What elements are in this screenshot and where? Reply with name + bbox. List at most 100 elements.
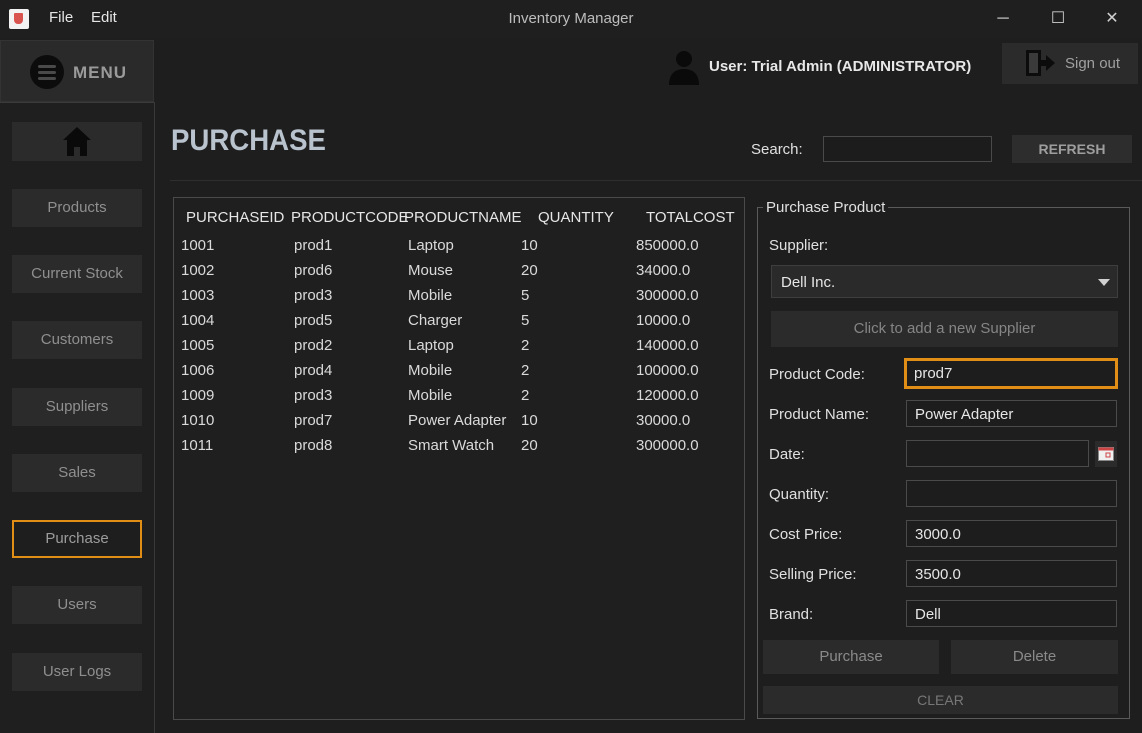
refresh-button[interactable]: REFRESH	[1012, 135, 1132, 163]
table-cell[interactable]: 1010	[181, 412, 214, 429]
supplier-label: Supplier:	[769, 237, 829, 254]
table-cell[interactable]: prod3	[294, 287, 332, 304]
product-name-field[interactable]: Power Adapter	[906, 400, 1117, 427]
calendar-icon	[1098, 447, 1114, 461]
table-cell[interactable]: 140000.0	[636, 337, 699, 354]
table-cell[interactable]: 1006	[181, 362, 214, 379]
table-cell[interactable]: 5	[521, 312, 529, 329]
hamburger-icon	[30, 55, 64, 89]
table-cell[interactable]: Laptop	[408, 237, 454, 254]
table-cell[interactable]: 2	[521, 337, 529, 354]
sidebar-item-suppliers[interactable]: Suppliers	[12, 388, 142, 426]
table-cell[interactable]: 2	[521, 362, 529, 379]
table-cell[interactable]: 20	[521, 437, 538, 454]
table-cell[interactable]: Charger	[408, 312, 462, 329]
table-cell[interactable]: Mobile	[408, 387, 452, 404]
column-header-productname[interactable]: PRODUCTNAME	[404, 209, 522, 226]
table-cell[interactable]: 1009	[181, 387, 214, 404]
home-button[interactable]	[12, 122, 142, 161]
home-icon	[63, 127, 91, 156]
table-cell[interactable]: 34000.0	[636, 262, 690, 279]
table-cell[interactable]: prod7	[294, 412, 332, 429]
date-picker-button[interactable]	[1095, 441, 1117, 467]
sidebar-item-products[interactable]: Products	[12, 189, 142, 227]
table-cell[interactable]: 300000.0	[636, 437, 699, 454]
cost-price-field[interactable]: 3000.0	[906, 520, 1117, 547]
table-cell[interactable]: 1003	[181, 287, 214, 304]
sidebar-item-purchase[interactable]: Purchase	[12, 520, 142, 558]
table-cell[interactable]: 10	[521, 412, 538, 429]
clear-button[interactable]: CLEAR	[763, 686, 1118, 714]
selling-price-label: Selling Price:	[769, 566, 857, 583]
table-cell[interactable]: 1005	[181, 337, 214, 354]
current-user-label: User: Trial Admin (ADMINISTRATOR)	[709, 58, 972, 75]
table-cell[interactable]: Smart Watch	[408, 437, 494, 454]
panel-legend: Purchase Product	[763, 199, 889, 216]
quantity-label: Quantity:	[769, 486, 830, 503]
brand-field[interactable]: Dell	[906, 600, 1117, 627]
cost-price-label: Cost Price:	[769, 526, 843, 543]
window-title: Inventory Manager	[508, 10, 634, 27]
date-field[interactable]	[906, 440, 1089, 467]
table-cell[interactable]: 120000.0	[636, 387, 699, 404]
maximize-icon[interactable]: ☐	[1043, 8, 1073, 30]
brand-label: Brand:	[769, 606, 814, 623]
selling-price-field[interactable]: 3500.0	[906, 560, 1117, 587]
table-cell[interactable]: 100000.0	[636, 362, 699, 379]
menu-label: MENU	[73, 63, 128, 82]
sidebar-item-users[interactable]: Users	[12, 586, 142, 624]
table-cell[interactable]: Mouse	[408, 262, 453, 279]
table-cell[interactable]: prod2	[294, 337, 332, 354]
search-input[interactable]	[823, 136, 992, 162]
table-cell[interactable]: Laptop	[408, 337, 454, 354]
search-label: Search:	[751, 141, 803, 158]
table-cell[interactable]: prod4	[294, 362, 332, 379]
sidebar-item-user-logs[interactable]: User Logs	[12, 653, 142, 691]
purchase-button[interactable]: Purchase	[763, 640, 939, 674]
table-cell[interactable]: 1002	[181, 262, 214, 279]
table-cell[interactable]: 20	[521, 262, 538, 279]
column-header-productcode[interactable]: PRODUCTCODE	[291, 209, 409, 226]
table-cell[interactable]: prod1	[294, 237, 332, 254]
menu-button[interactable]: MENU	[0, 40, 154, 102]
chevron-down-icon[interactable]	[1098, 279, 1110, 286]
table-cell[interactable]: prod8	[294, 437, 332, 454]
table-cell[interactable]: prod3	[294, 387, 332, 404]
delete-button[interactable]: Delete	[951, 640, 1118, 674]
sidebar-item-customers[interactable]: Customers	[12, 321, 142, 359]
sidebar-item-current-stock[interactable]: Current Stock	[12, 255, 142, 293]
minimize-icon[interactable]: ─	[988, 8, 1018, 30]
column-header-purchaseid[interactable]: PURCHASEID	[186, 209, 284, 226]
table-cell[interactable]: Mobile	[408, 287, 452, 304]
divider	[170, 180, 1142, 181]
table-cell[interactable]: 300000.0	[636, 287, 699, 304]
table-cell[interactable]: Mobile	[408, 362, 452, 379]
table-cell[interactable]: 1011	[181, 437, 213, 454]
user-icon	[669, 51, 699, 85]
page-title: PURCHASE	[171, 124, 326, 157]
column-header-totalcost[interactable]: TOTALCOST	[646, 209, 735, 226]
column-header-quantity[interactable]: QUANTITY	[538, 209, 614, 226]
table-cell[interactable]: 5	[521, 287, 529, 304]
table-cell[interactable]: prod5	[294, 312, 332, 329]
product-code-field[interactable]: prod7	[904, 358, 1118, 389]
date-label: Date:	[769, 446, 805, 463]
product-code-label: Product Code:	[769, 366, 865, 383]
table-cell[interactable]: 2	[521, 387, 529, 404]
sidebar-item-sales[interactable]: Sales	[12, 454, 142, 492]
table-cell[interactable]: 10000.0	[636, 312, 690, 329]
table-cell[interactable]: 1004	[181, 312, 214, 329]
close-icon[interactable]: ✕	[1097, 8, 1127, 30]
table-cell[interactable]: 10	[521, 237, 538, 254]
table-cell[interactable]: 1001	[181, 237, 214, 254]
quantity-field[interactable]	[906, 480, 1117, 507]
sign-out-icon	[1026, 50, 1055, 76]
supplier-select[interactable]: Dell Inc.	[771, 265, 1118, 298]
add-supplier-button[interactable]: Click to add a new Supplier	[771, 311, 1118, 347]
table-cell[interactable]: prod6	[294, 262, 332, 279]
sign-out-button[interactable]: Sign out	[1002, 43, 1138, 84]
table-cell[interactable]: Power Adapter	[408, 412, 506, 429]
table-cell[interactable]: 850000.0	[636, 237, 699, 254]
table-cell[interactable]: 30000.0	[636, 412, 690, 429]
title-bar: File Edit Inventory Manager ─ ☐ ✕	[0, 0, 1142, 38]
